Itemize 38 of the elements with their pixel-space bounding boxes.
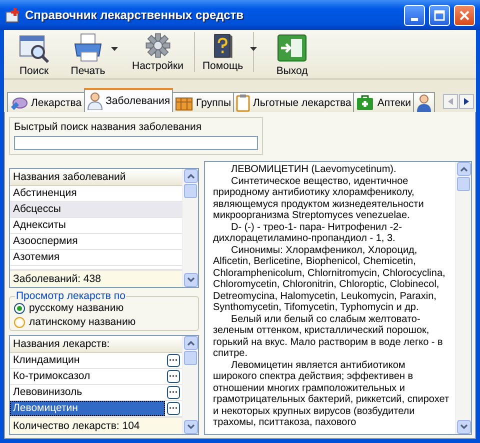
description-paragraph: ЛЕВОМИЦЕТИН (Laevomycetinum). [230, 164, 398, 176]
tab[interactable]: Группы [172, 92, 234, 112]
disease-list-item[interactable]: Абстиненция [10, 186, 182, 201]
count-label: Количество лекарств: 104 [10, 417, 182, 434]
radio-label[interactable]: латинскому названию [29, 316, 136, 328]
toolbar-button[interactable]: Помощь [196, 32, 254, 72]
toolbar-button[interactable]: Настройки [126, 32, 194, 72]
disease-list-item[interactable]: Азооспермия [10, 234, 182, 249]
drug-list-item[interactable]: Левовинизоль [10, 385, 165, 400]
drug-list-item[interactable]: Левомицетин [10, 401, 165, 416]
window-title: Справочник лекарственных средств [25, 8, 245, 22]
group-title: Просмотр лекарств по [15, 290, 126, 302]
more-button[interactable]: ··· [167, 386, 180, 399]
list-header: Названия заболеваний [10, 169, 182, 186]
more-button[interactable]: ··· [167, 354, 180, 367]
tab[interactable]: Лекарства [7, 92, 85, 112]
disease-list-item[interactable]: Аднекситы [10, 218, 182, 233]
toolbar-button[interactable]: Выход [266, 32, 318, 78]
more-button[interactable]: ··· [167, 402, 180, 415]
tab[interactable]: Льготные лекарства [233, 92, 354, 112]
tab[interactable]: Заболевания [84, 88, 174, 112]
drug-list-item[interactable]: Клиндамицин [10, 353, 165, 368]
tab[interactable]: Аптеки [353, 92, 414, 112]
description-paragraph: Синтетическое вещество, идентичное природному антибиотику хлорамфениколу, являющемуся продуктом жизнедеятельности микроорганизма Streptomyces venezuelae. [213, 176, 425, 222]
toolbar-button[interactable]: Поиск [8, 32, 60, 78]
description-paragraph: Левомицетин является антибиотиком широкого спектра действия; эффективен в отношении многих грамположительных и грамотрицательных бактерий, риккетсий, спирохет и некоторых крупных вирусов (возбудители трахомы, пситтакоза, пахового [213, 360, 450, 428]
more-button[interactable]: ··· [167, 370, 180, 383]
description-paragraph: D- (-) - трео-1- пара- Нитрофенил -2-дихлорацетиламино-пропандиол - 1, 3. [213, 222, 403, 244]
toolbar-button[interactable]: Печать [62, 32, 114, 78]
drug-list-item[interactable]: Ко-тримоксазол [10, 369, 165, 384]
disease-list-item[interactable]: Абсцессы [10, 202, 182, 217]
radio-label[interactable]: русскому названию [29, 302, 124, 314]
count-label: Заболеваний: 438 [10, 270, 182, 287]
search-label: Быстрый поиск названия заболевания [14, 121, 203, 133]
list-header: Названия лекарств: [10, 336, 182, 353]
disease-list-item[interactable]: Азотемия [10, 250, 182, 265]
description-paragraph: Синонимы: Хлорамфеникол, Хлороцид, Alficetin, Berlicetine, Biophenicol, Chemicetin, Chloramphenicolum, Chlornitromycin, Chlorocyclina, Chloromycetin, Chloronitrin, Chloroptic, Clobinecol, Detreomycina, Halomycetin, Leukomycin, Paraxin, Synthomycetin, Tifomycetin, Typhomycin и др. [213, 244, 446, 314]
description-paragraph: Белый или белый со слабым желтовато-зеленым оттенком, кристаллический порошок, горький на вкус. Мало растворим в воде легко - в спитре. [213, 314, 444, 360]
